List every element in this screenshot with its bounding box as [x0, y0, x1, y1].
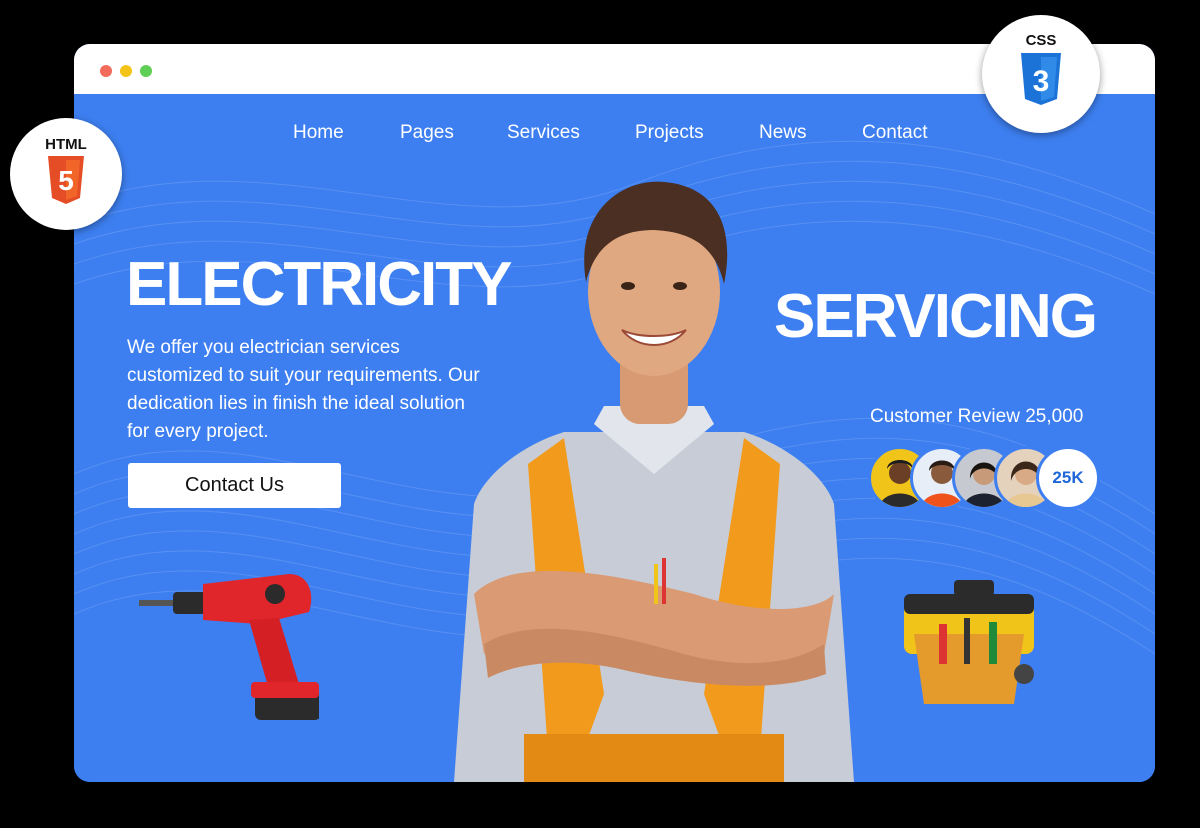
html-digit: 5: [58, 165, 74, 196]
css3-badge: CSS 3: [982, 15, 1100, 133]
power-drill-image: [139, 574, 319, 720]
nav-item-services[interactable]: Services: [507, 122, 580, 144]
css-digit: 3: [1033, 65, 1050, 98]
nav-item-contact[interactable]: Contact: [862, 122, 927, 144]
headline-electricity: ELECTRICITY: [126, 250, 512, 319]
customer-review-label: Customer Review 25,000: [870, 406, 1084, 427]
nav-item-home[interactable]: Home: [293, 122, 344, 144]
nav-item-projects[interactable]: Projects: [635, 122, 704, 144]
hero-description: We offer you electrician services custom…: [127, 337, 480, 442]
maximize-dot[interactable]: [140, 65, 152, 77]
html-label: HTML: [45, 136, 87, 153]
tool-belt-image: [904, 580, 1034, 704]
main-nav: Home Pages Services Projects News Contac…: [74, 122, 1155, 152]
nav-item-news[interactable]: News: [759, 122, 807, 144]
browser-window: Home Pages Services Projects News Contac…: [74, 44, 1155, 782]
html5-badge: HTML 5: [10, 118, 122, 230]
css-label: CSS: [1025, 32, 1057, 49]
html5-shield-icon: 5: [48, 156, 84, 204]
hero-section: Home Pages Services Projects News Contac…: [74, 94, 1155, 782]
minimize-dot[interactable]: [120, 65, 132, 77]
review-count-badge: 25K: [1036, 446, 1100, 510]
css3-shield-icon: 3: [1021, 53, 1061, 105]
electrician-worker-image: [454, 181, 854, 782]
nav-item-pages[interactable]: Pages: [400, 122, 454, 144]
review-avatars: 25K: [868, 446, 1108, 512]
contact-us-button[interactable]: Contact Us: [128, 463, 341, 508]
close-dot[interactable]: [100, 65, 112, 77]
